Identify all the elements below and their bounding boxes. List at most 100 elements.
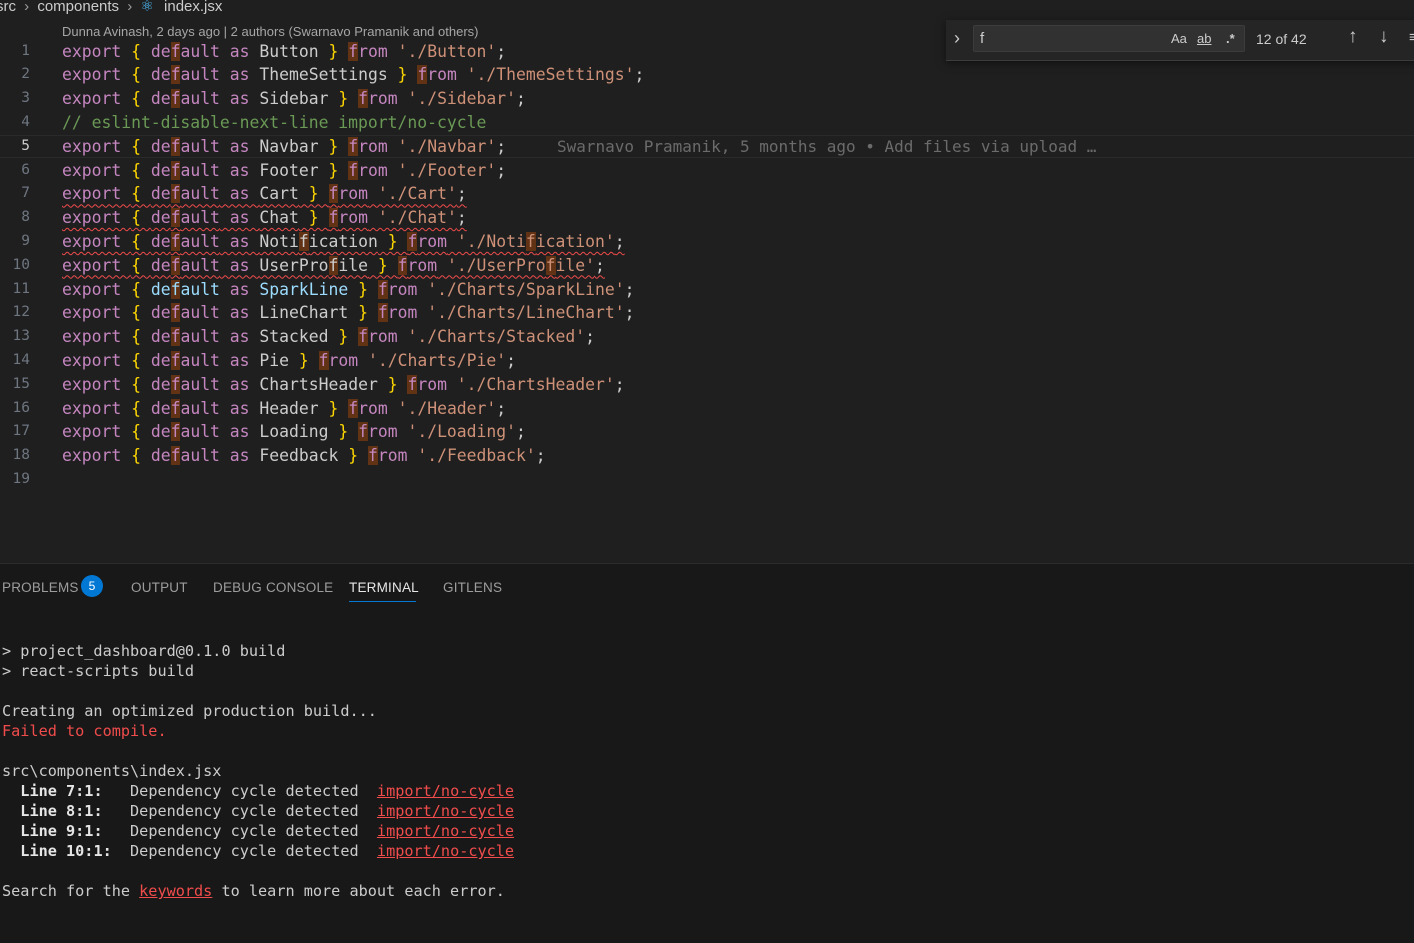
terminal-error-line: Failed to compile. xyxy=(2,722,167,740)
code-line[interactable]: 6 export { default as Footer } from './Fo… xyxy=(0,159,1414,183)
line-number: 11 xyxy=(12,280,30,297)
terminal-line: Creating an optimized production build..… xyxy=(2,702,377,720)
terminal-error-row: Line 8:1: Dependency cycle detected impo… xyxy=(2,801,514,821)
match-case-toggle[interactable]: Aa xyxy=(1171,31,1187,46)
find-input-box[interactable]: Aa ab .* xyxy=(973,25,1245,52)
code-line[interactable]: 4 // eslint-disable-next-line import/no-c… xyxy=(0,111,1414,135)
code-comment: // eslint-disable-next-line import/no-cy… xyxy=(62,112,487,132)
code-line[interactable]: 10 export { default as UserProfile } from… xyxy=(0,254,1414,278)
tab-output[interactable]: OUTPUT xyxy=(131,580,188,595)
code-editor[interactable]: Dunna Avinash, 2 days ago | 2 authors (S… xyxy=(0,20,1414,563)
error-location: Line 10:1: xyxy=(20,842,112,860)
code-text: export { default as Pie } from './Charts… xyxy=(62,350,517,370)
code-text: export { default as Notification } from … xyxy=(62,231,625,251)
keywords-link[interactable]: keywords xyxy=(139,882,212,900)
breadcrumb-segment-components[interactable]: components xyxy=(37,0,119,14)
code-line[interactable]: 18 export { default as Feedback } from '.… xyxy=(0,444,1414,468)
tab-problems[interactable]: PROBLEMS xyxy=(2,580,79,595)
find-match-count: 12 of 42 xyxy=(1256,31,1307,47)
terminal-line: src\components\index.jsx xyxy=(2,762,222,780)
find-input[interactable] xyxy=(980,29,1160,48)
code-line[interactable]: 9 export { default as Notification } from… xyxy=(0,230,1414,254)
code-text: export { default as Chat } from './Chat'… xyxy=(62,208,467,228)
error-rule-link[interactable]: import/no-cycle xyxy=(377,842,514,860)
code-line[interactable]: 14 export { default as Pie } from './Char… xyxy=(0,349,1414,373)
code-text: export { default as Cart } from './Cart'… xyxy=(62,184,467,204)
line-number: 15 xyxy=(12,375,30,392)
arrow-down-icon[interactable]: ↓ xyxy=(1379,26,1389,48)
search-prefix: Search for the xyxy=(2,882,140,900)
line-number: 14 xyxy=(12,351,30,368)
code-text: export { default as Navbar } from './Nav… xyxy=(62,136,507,156)
line-number: 7 xyxy=(21,185,30,202)
code-text: export { default as Button } from './But… xyxy=(62,41,507,61)
code-text: export { default as ThemeSettings } from… xyxy=(62,65,645,85)
find-widget: › Aa ab .* 12 of 42 ↑ ↓ ≡ xyxy=(946,20,1414,61)
tab-gitlens[interactable]: GITLENS xyxy=(443,580,502,595)
code-line[interactable]: 16 export { default as Header } from './H… xyxy=(0,397,1414,421)
code-line[interactable]: 17 export { default as Loading } from './… xyxy=(0,420,1414,444)
terminal-line: > project_dashboard@0.1.0 build xyxy=(2,642,286,660)
code-line[interactable]: 12 export { default as LineChart } from '… xyxy=(0,301,1414,325)
problems-count-badge: 5 xyxy=(81,575,103,597)
error-location: Line 7:1: xyxy=(20,782,103,800)
breadcrumb-file[interactable]: index.jsx xyxy=(164,0,222,14)
react-icon: ⚛ xyxy=(140,0,154,15)
error-rule-link[interactable]: import/no-cycle xyxy=(377,782,514,800)
code-line[interactable]: 15 export { default as ChartsHeader } fro… xyxy=(0,373,1414,397)
code-line[interactable]: 7 export { default as Cart } from './Cart… xyxy=(0,182,1414,206)
line-number: 10 xyxy=(12,256,30,273)
arrow-up-icon[interactable]: ↑ xyxy=(1348,26,1358,48)
code-line[interactable]: 8 export { default as Chat } from './Chat… xyxy=(0,206,1414,230)
codelens-authors[interactable]: Dunna Avinash, 2 days ago | 2 authors (S… xyxy=(62,24,479,39)
regex-toggle[interactable]: .* xyxy=(1226,31,1235,46)
tab-debug-console[interactable]: DEBUG CONSOLE xyxy=(213,580,333,595)
error-location: Line 8:1: xyxy=(20,802,103,820)
error-message: Dependency cycle detected xyxy=(130,842,359,860)
code-line[interactable]: 13 export { default as Stacked } from './… xyxy=(0,325,1414,349)
chevron-right-icon: › xyxy=(127,0,133,15)
terminal-error-row: Line 10:1: Dependency cycle detected imp… xyxy=(2,841,514,861)
terminal-line: Search for the keywords to learn more ab… xyxy=(2,881,505,901)
tab-terminal[interactable]: TERMINAL xyxy=(349,580,419,595)
line-number: 1 xyxy=(21,42,30,59)
terminal-error-row: Line 9:1: Dependency cycle detected impo… xyxy=(2,821,514,841)
whole-word-toggle[interactable]: ab xyxy=(1197,31,1211,46)
line-number: 18 xyxy=(12,447,30,464)
code-line[interactable]: 19 xyxy=(0,468,1414,492)
line-number: 4 xyxy=(21,113,30,130)
code-text: export { default as ChartsHeader } from … xyxy=(62,374,625,394)
code-line[interactable]: 2 export { default as ThemeSettings } fro… xyxy=(0,63,1414,87)
git-blame-annotation: Swarnavo Pramanik, 5 months ago • Add fi… xyxy=(557,136,1097,156)
code-text: export { default as Stacked } from './Ch… xyxy=(62,327,595,347)
search-suffix: to learn more about each error. xyxy=(212,882,505,900)
line-number: 19 xyxy=(12,470,30,487)
code-text: export { default as Footer } from './Foo… xyxy=(62,160,507,180)
terminal-error-row: Line 7:1: Dependency cycle detected impo… xyxy=(2,781,514,801)
code-text: export { default as Loading } from './Lo… xyxy=(62,422,526,442)
line-number: 13 xyxy=(12,328,30,345)
breadcrumb: src › components › ⚛ index.jsx xyxy=(0,0,1414,20)
chevron-right-icon[interactable]: › xyxy=(954,28,960,49)
error-message: Dependency cycle detected xyxy=(130,802,359,820)
code-line[interactable]: 3 export { default as Sidebar } from './S… xyxy=(0,87,1414,111)
breadcrumb-segment-src[interactable]: src xyxy=(0,0,16,14)
code-text: export { default as Feedback } from './F… xyxy=(62,446,546,466)
line-number: 6 xyxy=(21,161,30,178)
error-rule-link[interactable]: import/no-cycle xyxy=(377,802,514,820)
code-text: export { default as LineChart } from './… xyxy=(62,303,635,323)
code-line[interactable]: 5 export { default as Navbar } from './Na… xyxy=(0,134,1414,159)
error-rule-link[interactable]: import/no-cycle xyxy=(377,822,514,840)
error-message: Dependency cycle detected xyxy=(130,782,359,800)
menu-icon[interactable]: ≡ xyxy=(1409,29,1414,46)
bottom-panel: PROBLEMS 5 OUTPUT DEBUG CONSOLE TERMINAL… xyxy=(0,563,1414,943)
code-line[interactable]: 11 export { default as SparkLine } from '… xyxy=(0,278,1414,302)
code-text: export { default as Sidebar } from './Si… xyxy=(62,89,526,109)
